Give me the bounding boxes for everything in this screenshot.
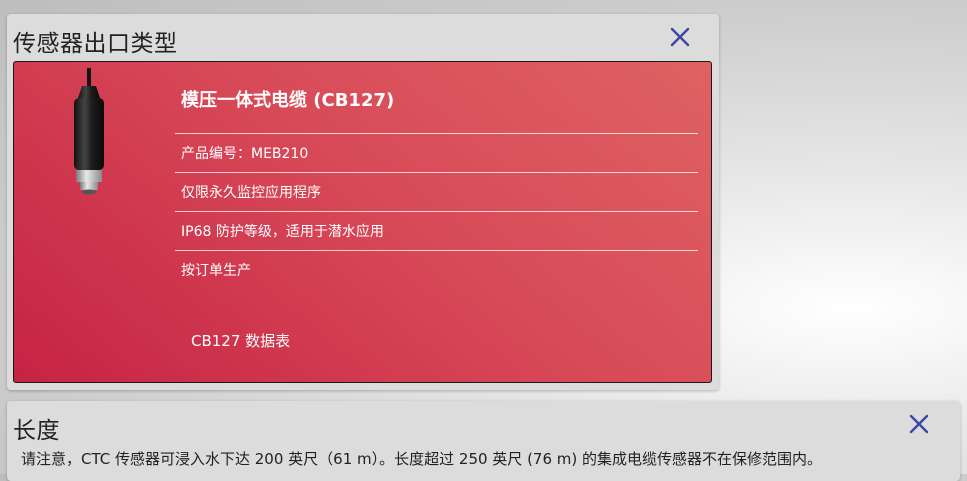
panel-title: 长度	[13, 418, 60, 444]
sensor-cable-image	[58, 68, 120, 196]
length-panel: 长度 请注意，CTC 传感器可浸入水下达 200 英尺（61 m）。长度超过 2…	[7, 401, 960, 481]
close-icon[interactable]	[906, 411, 932, 437]
datasheet-link[interactable]: CB127 数据表	[191, 330, 290, 351]
spec-item: 仅限永久监控应用程序	[175, 172, 698, 211]
spec-item: 按订单生产	[175, 250, 698, 289]
close-icon[interactable]	[667, 24, 693, 50]
spec-item: IP68 防护等级，适用于潜水应用	[175, 211, 698, 250]
sensor-type-panel: 传感器出口类型 模压一体式电缆 (CB127) 产品编号：MEB210 仅限永久…	[7, 14, 719, 390]
spec-list: 产品编号：MEB210 仅限永久监控应用程序 IP68 防护等级，适用于潜水应用…	[175, 133, 698, 289]
spec-item: 产品编号：MEB210	[175, 133, 698, 172]
product-title: 模压一体式电缆 (CB127)	[181, 90, 395, 111]
panel-title: 传感器出口类型	[13, 31, 178, 57]
length-note: 请注意，CTC 传感器可浸入水下达 200 英尺（61 m）。长度超过 250 …	[21, 450, 823, 468]
product-card[interactable]: 模压一体式电缆 (CB127) 产品编号：MEB210 仅限永久监控应用程序 I…	[13, 61, 712, 383]
